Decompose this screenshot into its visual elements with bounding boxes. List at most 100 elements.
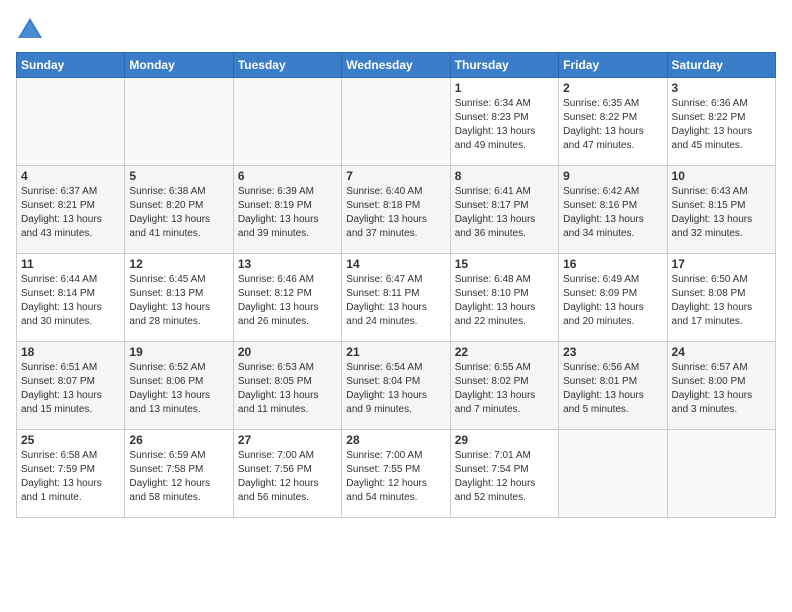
- logo-icon: [16, 16, 44, 44]
- calendar-cell: 29 Sunrise: 7:01 AM Sunset: 7:54 PM Dayli…: [450, 430, 558, 518]
- calendar-cell: [667, 430, 775, 518]
- day-number: 5: [129, 169, 228, 183]
- calendar-cell: 25 Sunrise: 6:58 AM Sunset: 7:59 PM Dayli…: [17, 430, 125, 518]
- day-info: Sunrise: 7:00 AM Sunset: 7:56 PM Dayligh…: [238, 449, 337, 505]
- calendar-cell: 18 Sunrise: 6:51 AM Sunset: 8:07 PM Dayli…: [17, 342, 125, 430]
- day-number: 13: [238, 257, 337, 271]
- day-number: 17: [672, 257, 771, 271]
- calendar-cell: [559, 430, 667, 518]
- calendar-cell: 1Sunrise: 6:34 AM Sunset: 8:23 PM Daylig…: [450, 78, 558, 166]
- day-info: Sunrise: 6:50 AM Sunset: 8:08 PM Dayligh…: [672, 273, 771, 329]
- calendar-header-row: SundayMondayTuesdayWednesdayThursdayFrid…: [17, 53, 776, 78]
- calendar-week-row: 1Sunrise: 6:34 AM Sunset: 8:23 PM Daylig…: [17, 78, 776, 166]
- day-info: Sunrise: 6:46 AM Sunset: 8:12 PM Dayligh…: [238, 273, 337, 329]
- calendar-cell: 20 Sunrise: 6:53 AM Sunset: 8:05 PM Dayli…: [233, 342, 341, 430]
- calendar-cell: 3 Sunrise: 6:36 AM Sunset: 8:22 PM Daylig…: [667, 78, 775, 166]
- day-number: 9: [563, 169, 662, 183]
- column-header-thursday: Thursday: [450, 53, 558, 78]
- column-header-friday: Friday: [559, 53, 667, 78]
- calendar-cell: 21 Sunrise: 6:54 AM Sunset: 8:04 PM Dayli…: [342, 342, 450, 430]
- day-number: 28: [346, 433, 445, 447]
- day-number: 12: [129, 257, 228, 271]
- day-number: 15: [455, 257, 554, 271]
- day-number: 29: [455, 433, 554, 447]
- day-number: 11: [21, 257, 120, 271]
- day-info: Sunrise: 6:51 AM Sunset: 8:07 PM Dayligh…: [21, 361, 120, 417]
- day-info: Sunrise: 6:48 AM Sunset: 8:10 PM Dayligh…: [455, 273, 554, 329]
- calendar-table: SundayMondayTuesdayWednesdayThursdayFrid…: [16, 52, 776, 518]
- day-info: Sunrise: 6:55 AM Sunset: 8:02 PM Dayligh…: [455, 361, 554, 417]
- day-number: 4: [21, 169, 120, 183]
- day-number: 18: [21, 345, 120, 359]
- day-info: Sunrise: 6:39 AM Sunset: 8:19 PM Dayligh…: [238, 185, 337, 241]
- day-info: Sunrise: 6:41 AM Sunset: 8:17 PM Dayligh…: [455, 185, 554, 241]
- calendar-cell: 15 Sunrise: 6:48 AM Sunset: 8:10 PM Dayli…: [450, 254, 558, 342]
- day-info: Sunrise: 6:54 AM Sunset: 8:04 PM Dayligh…: [346, 361, 445, 417]
- calendar-cell: 17 Sunrise: 6:50 AM Sunset: 8:08 PM Dayli…: [667, 254, 775, 342]
- calendar-week-row: 25 Sunrise: 6:58 AM Sunset: 7:59 PM Dayli…: [17, 430, 776, 518]
- day-number: 25: [21, 433, 120, 447]
- day-number: 10: [672, 169, 771, 183]
- day-number: 19: [129, 345, 228, 359]
- day-number: 22: [455, 345, 554, 359]
- day-info: Sunrise: 6:43 AM Sunset: 8:15 PM Dayligh…: [672, 185, 771, 241]
- page-header: [16, 16, 776, 44]
- calendar-cell: 12 Sunrise: 6:45 AM Sunset: 8:13 PM Dayli…: [125, 254, 233, 342]
- day-number: 3: [672, 81, 771, 95]
- day-number: 24: [672, 345, 771, 359]
- calendar-cell: 4 Sunrise: 6:37 AM Sunset: 8:21 PM Daylig…: [17, 166, 125, 254]
- day-info: Sunrise: 6:42 AM Sunset: 8:16 PM Dayligh…: [563, 185, 662, 241]
- day-number: 14: [346, 257, 445, 271]
- day-info: Sunrise: 6:56 AM Sunset: 8:01 PM Dayligh…: [563, 361, 662, 417]
- day-number: 16: [563, 257, 662, 271]
- day-info: Sunrise: 7:00 AM Sunset: 7:55 PM Dayligh…: [346, 449, 445, 505]
- day-number: 1: [455, 81, 554, 95]
- day-info: Sunrise: 6:57 AM Sunset: 8:00 PM Dayligh…: [672, 361, 771, 417]
- logo: [16, 16, 48, 44]
- day-info: Sunrise: 6:37 AM Sunset: 8:21 PM Dayligh…: [21, 185, 120, 241]
- calendar-cell: 22 Sunrise: 6:55 AM Sunset: 8:02 PM Dayli…: [450, 342, 558, 430]
- calendar-cell: 19 Sunrise: 6:52 AM Sunset: 8:06 PM Dayli…: [125, 342, 233, 430]
- day-number: 8: [455, 169, 554, 183]
- day-number: 7: [346, 169, 445, 183]
- calendar-cell: 9 Sunrise: 6:42 AM Sunset: 8:16 PM Daylig…: [559, 166, 667, 254]
- calendar-cell: 6 Sunrise: 6:39 AM Sunset: 8:19 PM Daylig…: [233, 166, 341, 254]
- calendar-cell: [342, 78, 450, 166]
- calendar-cell: 24 Sunrise: 6:57 AM Sunset: 8:00 PM Dayli…: [667, 342, 775, 430]
- calendar-cell: [17, 78, 125, 166]
- calendar-cell: 14Sunrise: 6:47 AM Sunset: 8:11 PM Dayli…: [342, 254, 450, 342]
- calendar-cell: 5 Sunrise: 6:38 AM Sunset: 8:20 PM Daylig…: [125, 166, 233, 254]
- column-header-monday: Monday: [125, 53, 233, 78]
- day-info: Sunrise: 6:53 AM Sunset: 8:05 PM Dayligh…: [238, 361, 337, 417]
- column-header-saturday: Saturday: [667, 53, 775, 78]
- calendar-cell: [125, 78, 233, 166]
- calendar-cell: 7Sunrise: 6:40 AM Sunset: 8:18 PM Daylig…: [342, 166, 450, 254]
- day-number: 6: [238, 169, 337, 183]
- day-info: Sunrise: 6:44 AM Sunset: 8:14 PM Dayligh…: [21, 273, 120, 329]
- day-info: Sunrise: 6:35 AM Sunset: 8:22 PM Dayligh…: [563, 97, 662, 153]
- day-info: Sunrise: 6:58 AM Sunset: 7:59 PM Dayligh…: [21, 449, 120, 505]
- day-info: Sunrise: 6:38 AM Sunset: 8:20 PM Dayligh…: [129, 185, 228, 241]
- day-number: 20: [238, 345, 337, 359]
- calendar-cell: 16 Sunrise: 6:49 AM Sunset: 8:09 PM Dayli…: [559, 254, 667, 342]
- calendar-week-row: 18 Sunrise: 6:51 AM Sunset: 8:07 PM Dayli…: [17, 342, 776, 430]
- day-number: 2: [563, 81, 662, 95]
- day-info: Sunrise: 7:01 AM Sunset: 7:54 PM Dayligh…: [455, 449, 554, 505]
- day-info: Sunrise: 6:36 AM Sunset: 8:22 PM Dayligh…: [672, 97, 771, 153]
- day-info: Sunrise: 6:49 AM Sunset: 8:09 PM Dayligh…: [563, 273, 662, 329]
- day-info: Sunrise: 6:59 AM Sunset: 7:58 PM Dayligh…: [129, 449, 228, 505]
- calendar-cell: 13 Sunrise: 6:46 AM Sunset: 8:12 PM Dayli…: [233, 254, 341, 342]
- day-info: Sunrise: 6:52 AM Sunset: 8:06 PM Dayligh…: [129, 361, 228, 417]
- day-number: 21: [346, 345, 445, 359]
- column-header-wednesday: Wednesday: [342, 53, 450, 78]
- calendar-cell: 2 Sunrise: 6:35 AM Sunset: 8:22 PM Daylig…: [559, 78, 667, 166]
- day-number: 26: [129, 433, 228, 447]
- calendar-cell: 27 Sunrise: 7:00 AM Sunset: 7:56 PM Dayli…: [233, 430, 341, 518]
- calendar-cell: 26 Sunrise: 6:59 AM Sunset: 7:58 PM Dayli…: [125, 430, 233, 518]
- day-number: 27: [238, 433, 337, 447]
- column-header-sunday: Sunday: [17, 53, 125, 78]
- day-info: Sunrise: 6:45 AM Sunset: 8:13 PM Dayligh…: [129, 273, 228, 329]
- column-header-tuesday: Tuesday: [233, 53, 341, 78]
- calendar-cell: 28 Sunrise: 7:00 AM Sunset: 7:55 PM Dayli…: [342, 430, 450, 518]
- calendar-week-row: 4 Sunrise: 6:37 AM Sunset: 8:21 PM Daylig…: [17, 166, 776, 254]
